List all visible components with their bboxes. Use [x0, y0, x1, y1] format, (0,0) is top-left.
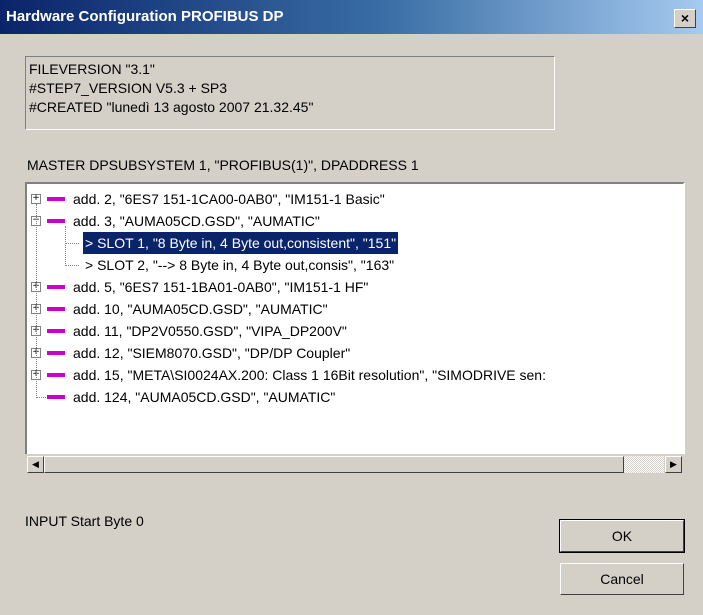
- master-label: MASTER DPSUBSYSTEM 1, "PROFIBUS(1)", DPA…: [27, 157, 419, 173]
- close-icon: ×: [680, 10, 690, 26]
- tree-node-label: add. 12, "SIEM8070.GSD", "DP/DP Coupler": [73, 345, 351, 361]
- tree-node-device[interactable]: + add. 12, "SIEM8070.GSD", "DP/DP Coupler…: [27, 342, 683, 364]
- tree-connector: [65, 243, 79, 244]
- tree-connector: [36, 397, 46, 398]
- device-icon: [47, 197, 65, 201]
- tree-node-slot[interactable]: > SLOT 2, "--> 8 Byte in, 4 Byte out,con…: [27, 254, 683, 276]
- tree-connector: [65, 226, 66, 264]
- device-icon: [47, 351, 65, 355]
- device-icon: [47, 395, 65, 399]
- info-line: #CREATED "lunedì 13 agosto 2007 21.32.45…: [29, 99, 314, 115]
- device-tree[interactable]: + add. 2, "6ES7 151-1CA00-0AB0", "IM151-1…: [25, 182, 685, 464]
- arrow-left-icon[interactable]: ◀: [27, 456, 44, 473]
- tree-node-device[interactable]: + add. 2, "6ES7 151-1CA00-0AB0", "IM151-1…: [27, 188, 683, 210]
- tree-node-device[interactable]: + add. 15, "META\SI0024AX.200: Class 1 16…: [27, 364, 683, 386]
- tree-node-label: > SLOT 1, "8 Byte in, 4 Byte out,consist…: [81, 231, 400, 255]
- tree-node-label: add. 124, "AUMA05CD.GSD", "AUMATIC": [73, 389, 336, 405]
- tree-node-label: add. 3, "AUMA05CD.GSD", "AUMATIC": [73, 213, 320, 229]
- device-icon: [47, 307, 65, 311]
- tree-node-slot[interactable]: > SLOT 1, "8 Byte in, 4 Byte out,consist…: [27, 231, 683, 255]
- device-icon: [47, 285, 65, 289]
- expand-icon[interactable]: +: [31, 194, 41, 204]
- ok-button[interactable]: OK: [559, 519, 685, 553]
- tree-node-label: add. 11, "DP2V0550.GSD", "VIPA_DP200V": [73, 323, 347, 339]
- close-button[interactable]: ×: [674, 9, 696, 28]
- info-line: FILEVERSION "3.1": [29, 61, 155, 77]
- file-info-box: FILEVERSION "3.1" #STEP7_VERSION V5.3 + …: [25, 56, 555, 130]
- horizontal-scrollbar[interactable]: ◀ ▶: [25, 454, 685, 475]
- arrow-right-icon[interactable]: ▶: [665, 456, 682, 473]
- cancel-button[interactable]: Cancel: [560, 563, 684, 595]
- tree-node-device[interactable]: + add. 5, "6ES7 151-1BA01-0AB0", "IM151-1…: [27, 276, 683, 298]
- tree-node-device[interactable]: − add. 3, "AUMA05CD.GSD", "AUMATIC": [27, 210, 683, 232]
- tree-node-label: add. 15, "META\SI0024AX.200: Class 1 16B…: [73, 367, 546, 383]
- tree-node-device[interactable]: + add. 10, "AUMA05CD.GSD", "AUMATIC": [27, 298, 683, 320]
- device-icon: [47, 329, 65, 333]
- tree-connector: [36, 204, 37, 398]
- device-icon: [47, 373, 65, 377]
- tree-node-label: > SLOT 2, "--> 8 Byte in, 4 Byte out,con…: [85, 257, 395, 273]
- dialog-window: Hardware Configuration PROFIBUS DP × FIL…: [0, 0, 703, 615]
- tree-connector: [65, 265, 79, 266]
- tree-node-label: add. 5, "6ES7 151-1BA01-0AB0", "IM151-1 …: [73, 279, 369, 295]
- tree-node-label: add. 2, "6ES7 151-1CA00-0AB0", "IM151-1 …: [73, 191, 385, 207]
- scroll-thumb[interactable]: [44, 456, 624, 473]
- input-start-byte-label: INPUT Start Byte 0: [25, 513, 144, 529]
- window-title: Hardware Configuration PROFIBUS DP: [6, 8, 284, 25]
- title-bar[interactable]: Hardware Configuration PROFIBUS DP ×: [0, 0, 703, 34]
- tree-node-device[interactable]: + add. 11, "DP2V0550.GSD", "VIPA_DP200V": [27, 320, 683, 342]
- info-line: #STEP7_VERSION V5.3 + SP3: [29, 80, 228, 96]
- device-icon: [47, 219, 65, 223]
- tree-node-device[interactable]: add. 124, "AUMA05CD.GSD", "AUMATIC": [27, 386, 683, 408]
- tree-node-label: add. 10, "AUMA05CD.GSD", "AUMATIC": [73, 301, 328, 317]
